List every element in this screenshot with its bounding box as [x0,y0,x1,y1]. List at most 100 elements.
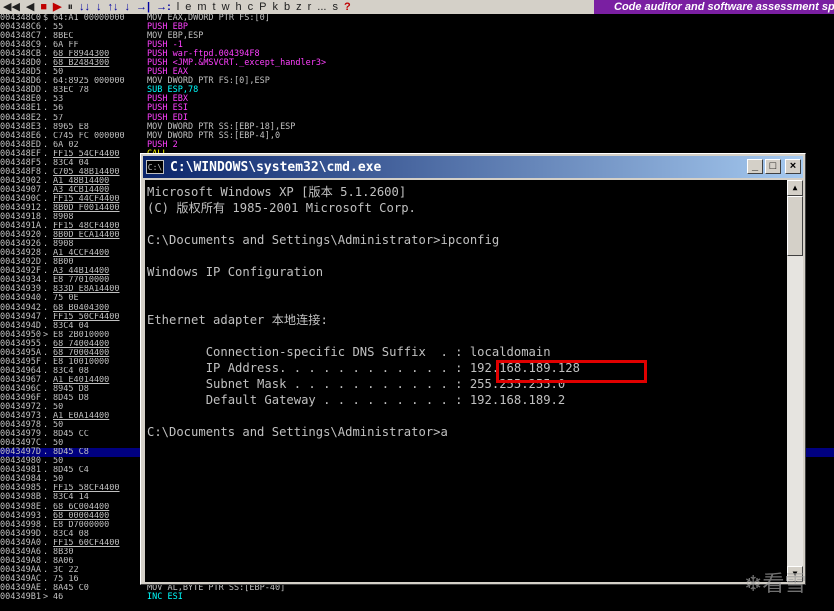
watermark-logo: ❄看雪 [744,572,807,597]
disasm-row[interactable]: 004348E0. 53 PUSH EBX [0,95,834,104]
disasm-hex: 83C4 14 [53,493,89,503]
disasm-hex: E8 77010000 [53,276,110,286]
toolbar-button[interactable]: ↓ [93,0,105,14]
toolbar-button[interactable]: b [281,0,293,14]
disasm-hex: 53 [53,95,64,105]
toolbar-button[interactable]: t [210,0,219,14]
toolbar-button[interactable]: ↓↓ [76,0,93,14]
toolbar-button[interactable]: →: [153,0,174,14]
disasm-row[interactable]: 004348C0 $64:A1 00000000 MOV EAX,DWORD PTR… [0,14,834,23]
toolbar-button[interactable]: z [293,0,305,14]
toolbar-button[interactable]: h [233,0,245,14]
disasm-operands: DWORD PTR SS:[EBP-4],0 [167,130,281,141]
disasm-hex: 8965 E8 [53,122,89,132]
disasm-mnemonic: INC [147,592,163,602]
disasm-hex: A3 44B14400 [53,267,110,277]
disasm-hex: 64:A1 00000000 [53,14,125,23]
disasm-hex: 8A06 [53,556,74,566]
disasm-hex: FF15 54CF4400 [53,149,120,159]
disasm-hex: E8 10010000 [53,357,110,367]
disasm-hex: 68 70004400 [53,348,110,358]
disasm-hex: A1 E0A14400 [53,412,110,422]
toolbar-button[interactable]: ⏸ [65,0,77,14]
toolbar-button[interactable]: s [329,0,341,14]
disasm-hex: 50 [53,421,64,431]
toolbar-button[interactable]: r [305,0,315,14]
toolbar-button[interactable]: w [219,0,233,14]
console-line: (C) 版权所有 1985-2001 Microsoft Corp. [147,201,416,215]
cmd-titlebar[interactable]: C:\ C:\WINDOWS\system32\cmd.exe _ □ × [143,156,803,178]
disasm-row[interactable]: 004348C9. 6A FF PUSH -1 [0,41,834,50]
disasm-row[interactable]: 004348DD. 83EC 78 SUB ESP,78 [0,86,834,95]
disasm-hex: A1 4CCF4400 [53,249,110,259]
disasm-hex: 8B0D ECA14400 [53,231,120,241]
disasm-hex: FF15 50CF4400 [53,312,120,322]
disasm-hex: 57 [53,113,64,123]
disasm-address: 004349B1 [0,592,41,602]
toolbar-button[interactable]: ▶ [50,0,64,14]
disasm-hex: FF15 60CF4400 [53,538,120,548]
scroll-up-button[interactable]: ▲ [787,180,803,196]
toolbar-button[interactable]: l [174,0,182,14]
disasm-row[interactable]: 004348ED. 6A 02 PUSH 2 [0,140,834,150]
disasm-hex: 8908 [53,240,74,250]
disasm-row[interactable]: 004348E2. 57 PUSH EDI [0,113,834,123]
disasm-hex: 8D45 C4 [53,466,89,476]
disasm-hex: 6A 02 [53,140,79,150]
disasm-row[interactable]: 004348D6. 64:8925 000000 MOV DWORD PTR FS:… [0,77,834,86]
disasm-row[interactable]: 004348E1. 56 PUSH ESI [0,104,834,113]
toolbar-button[interactable]: ↑↓ [105,0,122,14]
disasm-hex: 75 16 [53,574,79,584]
maximize-button[interactable]: □ [765,159,781,174]
disasm-hex: C705 48B14400 [53,167,120,177]
disasm-hex: A1 48B14400 [53,176,110,186]
disasm-row[interactable]: 004348C6. 55 PUSH EBP [0,23,834,32]
disasm-hex: E8 2B010000 [53,330,110,340]
disasm-hex: 64:8925 000000 [53,77,125,87]
toolbar-button[interactable]: ? [341,0,354,14]
disasm-row[interactable]: 004348C7. 8BEC MOV EBP,ESP [0,32,834,41]
toolbar-button[interactable]: ↓ [122,0,134,14]
console-line: C:\Documents and Settings\Administrator>… [147,233,500,247]
disasm-hex: 8B30 [53,547,74,557]
scroll-thumb[interactable] [787,196,803,256]
toolbar-button[interactable]: k [270,0,282,14]
minimize-button[interactable]: _ [747,159,763,174]
cmd-window[interactable]: C:\ C:\WINDOWS\system32\cmd.exe _ □ × Mi… [140,153,806,585]
toolbar-button[interactable]: P [256,0,269,14]
toolbar-button[interactable]: ■ [37,0,50,14]
disasm-operands: <JMP.&MSVCRT._except_handler3> [172,58,327,69]
console-line: Connection-specific DNS Suffix . : local… [147,345,551,359]
toolbar-button[interactable]: ... [314,0,329,14]
toolbar-button[interactable]: →| [133,0,153,14]
disasm-row[interactable]: 004349B1 >46 INC ESI [0,593,834,602]
window-title: C:\WINDOWS\system32\cmd.exe [170,159,382,175]
disasm-row[interactable]: 004348CB. 68 F8944300 PUSH war-ftpd.004394… [0,50,834,59]
disasm-hex: 6A FF [53,41,79,51]
disasm-row[interactable]: 004348D5. 50 PUSH EAX [0,68,834,77]
disasm-hex: 56 [53,104,64,114]
toolbar-button[interactable]: e [182,0,194,14]
disasm-row[interactable]: 004348E6. C745 FC 000000 MOV DWORD PTR SS:… [0,130,834,141]
close-button[interactable]: × [785,159,801,174]
disasm-hex: FF15 48CF4400 [53,222,120,232]
toolbar-button[interactable]: ◀ [23,0,37,14]
disasm-hex: 3C 22 [53,565,79,575]
disasm-hex: 8945 D8 [53,384,89,394]
disasm-row[interactable]: 004349AE. 8A45 C0 MOV AL,BYTE PTR SS:[EBP-… [0,583,834,593]
toolbar-button[interactable]: ◀◀ [0,0,23,14]
disasm-hex: 8908 [53,213,74,223]
disasm-hex: 8A45 C0 [53,583,89,593]
debugger-toolbar: ◀◀ ◀ ■ ▶ ⏸ ↓↓ ↓ ↑↓ ↓ →| →: l e m t w h c Pk b z r... s? Code au… [0,0,834,14]
console-line: Ethernet adapter 本地连接: [147,313,328,327]
toolbar-button[interactable]: c [245,0,257,14]
console-output[interactable]: Microsoft Windows XP [版本 5.1.2600] (C) 版权… [145,180,787,582]
disasm-row[interactable]: 004348D0. 68 B2484300 PUSH <JMP.&MSVCRT._e… [0,59,834,68]
disasm-hex: 8D45 D8 [53,393,89,403]
disasm-hex: E8 D7000000 [53,520,110,530]
disasm-hex: 83C4 04 [53,321,89,331]
disasm-marker: > [43,592,49,602]
toolbar-button[interactable]: m [194,0,209,14]
vertical-scrollbar[interactable]: ▲ ▼ [787,180,803,582]
disasm-row[interactable]: 004348E3. 8965 E8 MOV DWORD PTR SS:[EBP-18… [0,122,834,132]
